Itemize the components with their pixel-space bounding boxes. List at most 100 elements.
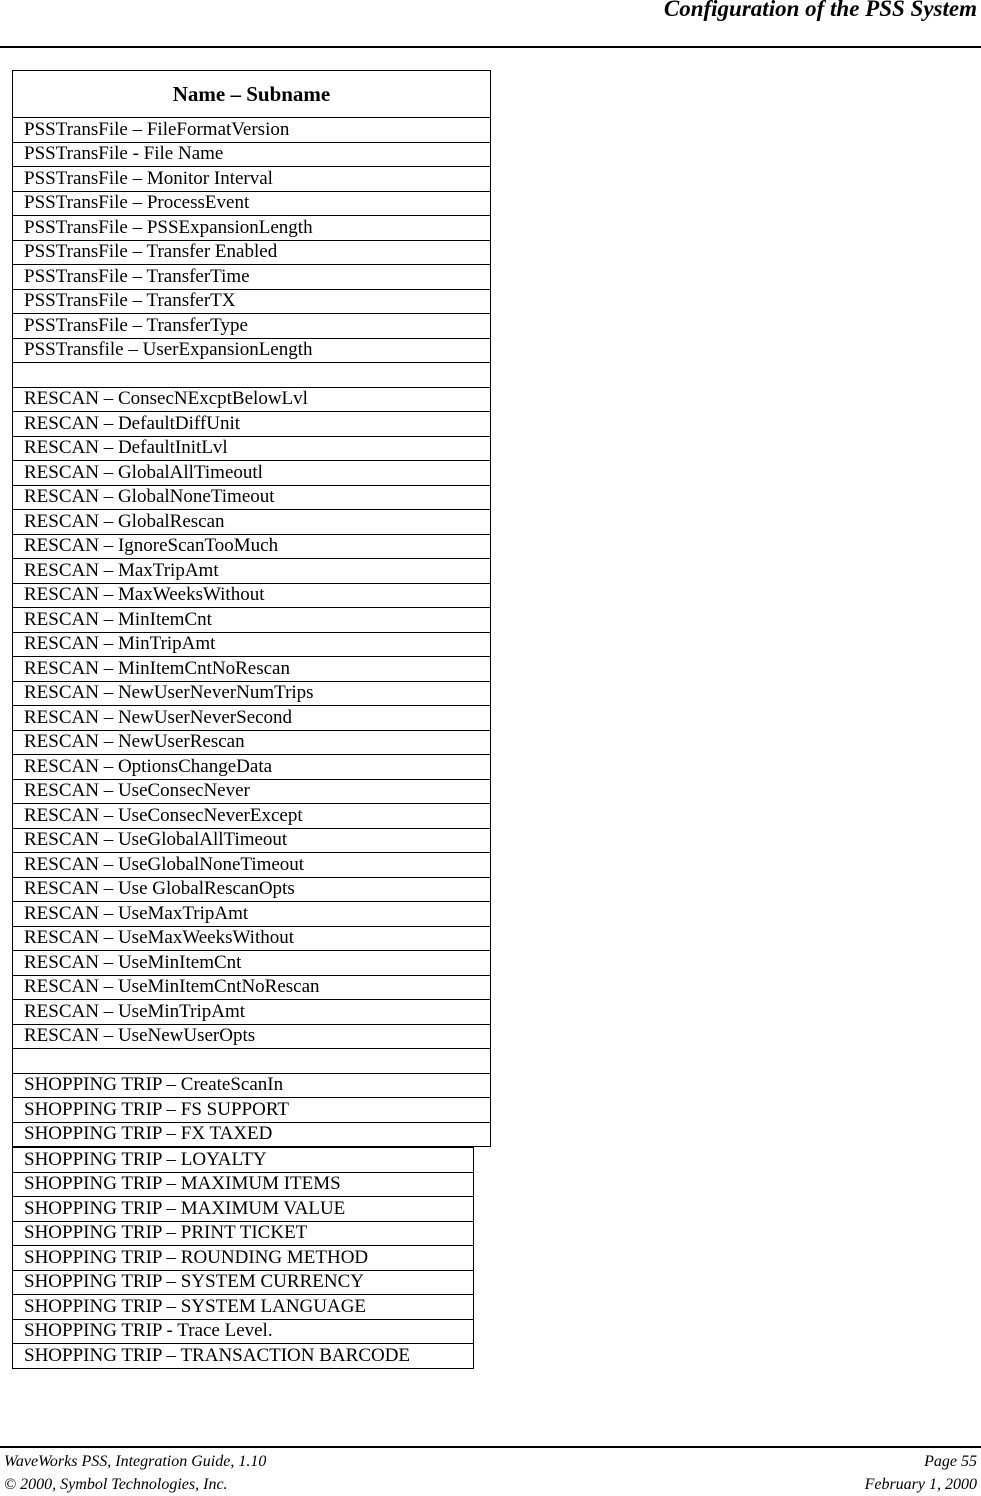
- table-row: SHOPPING TRIP – PRINT TICKET: [12, 1220, 474, 1246]
- table-row: SHOPPING TRIP – SYSTEM CURRENCY: [12, 1269, 474, 1295]
- table-row: RESCAN – GlobalRescan: [12, 509, 491, 535]
- name-subname-cell: RESCAN – Use GlobalRescanOpts: [12, 876, 491, 902]
- table-row: RESCAN – MaxTripAmt: [12, 558, 491, 584]
- name-subname-cell: PSSTransFile – TransferTX: [12, 288, 491, 314]
- table-row: PSSTransfile – UserExpansionLength: [12, 337, 491, 363]
- table-row: RESCAN – ConsecNExcptBelowLvl: [12, 386, 491, 412]
- table-row: RESCAN – UseGlobalNoneTimeout: [12, 852, 491, 878]
- table-row: PSSTransFile – TransferType: [12, 313, 491, 339]
- table-row: PSSTransFile - File Name: [12, 141, 491, 167]
- name-subname-cell: SHOPPING TRIP – SYSTEM CURRENCY: [12, 1269, 474, 1295]
- table-row: RESCAN – MinTripAmt: [12, 631, 491, 657]
- name-subname-cell: PSSTransFile – TransferType: [12, 313, 491, 339]
- name-subname-cell: RESCAN – DefaultDiffUnit: [12, 411, 491, 437]
- name-subname-cell: RESCAN – NewUserRescan: [12, 729, 491, 755]
- name-subname-cell: SHOPPING TRIP - Trace Level.: [12, 1318, 474, 1344]
- table-row: RESCAN – UseMaxWeeksWithout: [12, 925, 491, 951]
- table-row: SHOPPING TRIP - Trace Level.: [12, 1318, 474, 1344]
- table-row: SHOPPING TRIP – FS SUPPORT: [12, 1097, 491, 1123]
- table-row: RESCAN – UseConsecNever: [12, 778, 491, 804]
- table-row: RESCAN – UseConsecNeverExcept: [12, 803, 491, 829]
- table-row: SHOPPING TRIP – ROUNDING METHOD: [12, 1245, 474, 1271]
- name-subname-cell: PSSTransFile – PSSExpansionLength: [12, 215, 491, 241]
- name-subname-cell: RESCAN – UseConsecNeverExcept: [12, 803, 491, 829]
- name-subname-cell: PSSTransFile – TransferTime: [12, 264, 491, 290]
- column-header-name-subname: Name – Subname: [12, 70, 491, 118]
- table-row: RESCAN – DefaultInitLvl: [12, 435, 491, 461]
- config-table: Name – Subname PSSTransFile – FileFormat…: [12, 70, 491, 1369]
- blank-separator-cell: [12, 362, 491, 388]
- table-row: PSSTransFile – TransferTX: [12, 288, 491, 314]
- name-subname-cell: SHOPPING TRIP – LOYALTY: [12, 1147, 474, 1173]
- table-row: RESCAN – MinItemCnt: [12, 607, 491, 633]
- name-subname-cell: SHOPPING TRIP – SYSTEM LANGUAGE: [12, 1294, 474, 1320]
- table-row: RESCAN – NewUserRescan: [12, 729, 491, 755]
- name-subname-cell: PSSTransfile – UserExpansionLength: [12, 337, 491, 363]
- name-subname-cell: RESCAN – OptionsChangeData: [12, 754, 491, 780]
- name-subname-cell: RESCAN – MinItemCntNoRescan: [12, 656, 491, 682]
- table-row: RESCAN – UseGlobalAllTimeout: [12, 827, 491, 853]
- table-row: RESCAN – NewUserNeverSecond: [12, 705, 491, 731]
- name-subname-cell: RESCAN – GlobalNoneTimeout: [12, 484, 491, 510]
- name-subname-cell: RESCAN – UseMaxWeeksWithout: [12, 925, 491, 951]
- name-subname-cell: RESCAN – NewUserNeverSecond: [12, 705, 491, 731]
- table-row: [12, 362, 491, 388]
- footer-right: Page 55 February 1, 2000: [865, 1450, 977, 1496]
- name-subname-cell: RESCAN – UseGlobalAllTimeout: [12, 827, 491, 853]
- table-row: RESCAN – GlobalAllTimeoutl: [12, 460, 491, 486]
- table-row: SHOPPING TRIP – TRANSACTION BARCODE: [12, 1343, 474, 1369]
- name-subname-cell: RESCAN – UseGlobalNoneTimeout: [12, 852, 491, 878]
- name-subname-cell: RESCAN – IgnoreScanTooMuch: [12, 533, 491, 559]
- footer-date: February 1, 2000: [864, 1476, 977, 1493]
- page-header-title: Configuration of the PSS System: [663, 0, 977, 21]
- table-body-upper: PSSTransFile – FileFormatVersion PSSTrans…: [12, 117, 491, 1147]
- blank-separator-cell: [12, 1048, 491, 1074]
- name-subname-cell: RESCAN – UseMinItemCnt: [12, 950, 491, 976]
- table-row: RESCAN – NewUserNeverNumTrips: [12, 680, 491, 706]
- table-row: RESCAN – IgnoreScanTooMuch: [12, 533, 491, 559]
- name-subname-cell: RESCAN – NewUserNeverNumTrips: [12, 680, 491, 706]
- name-subname-cell: RESCAN – MinItemCnt: [12, 607, 491, 633]
- name-subname-cell: PSSTransFile – ProcessEvent: [12, 190, 491, 216]
- header-rule: [0, 46, 981, 48]
- name-subname-cell: PSSTransFile – Transfer Enabled: [12, 239, 491, 265]
- footer-guide-title: WaveWorks PSS, Integration Guide, 1.10: [4, 1453, 267, 1470]
- name-subname-cell: SHOPPING TRIP – CreateScanIn: [12, 1072, 491, 1098]
- footer-copyright: © 2000, Symbol Technologies, Inc.: [4, 1476, 228, 1493]
- name-subname-cell: RESCAN – UseMaxTripAmt: [12, 901, 491, 927]
- name-subname-cell: RESCAN – DefaultInitLvl: [12, 435, 491, 461]
- table-row: PSSTransFile – Transfer Enabled: [12, 239, 491, 265]
- table-row: SHOPPING TRIP – LOYALTY: [12, 1147, 474, 1173]
- name-subname-cell: SHOPPING TRIP – TRANSACTION BARCODE: [12, 1343, 474, 1369]
- name-subname-cell: RESCAN – MaxWeeksWithout: [12, 582, 491, 608]
- table-row: SHOPPING TRIP – MAXIMUM VALUE: [12, 1196, 474, 1222]
- name-subname-cell: RESCAN – UseMinItemCntNoRescan: [12, 974, 491, 1000]
- table-row: RESCAN – MaxWeeksWithout: [12, 582, 491, 608]
- name-subname-cell: RESCAN – ConsecNExcptBelowLvl: [12, 386, 491, 412]
- table-row: PSSTransFile – FileFormatVersion: [12, 117, 491, 143]
- config-table-lower: SHOPPING TRIP – LOYALTY SHOPPING TRIP – M…: [12, 1147, 474, 1369]
- table-row: PSSTransFile – Monitor Interval: [12, 166, 491, 192]
- table-row: RESCAN – UseMinTripAmt: [12, 999, 491, 1025]
- name-subname-cell: SHOPPING TRIP – FS SUPPORT: [12, 1097, 491, 1123]
- table-row: RESCAN – GlobalNoneTimeout: [12, 484, 491, 510]
- table-row: RESCAN – UseNewUserOpts: [12, 1023, 491, 1049]
- table-body-lower: SHOPPING TRIP – LOYALTY SHOPPING TRIP – M…: [12, 1147, 474, 1369]
- footer-page-number: Page 55: [924, 1453, 977, 1470]
- name-subname-cell: PSSTransFile - File Name: [12, 141, 491, 167]
- name-subname-cell: PSSTransFile – FileFormatVersion: [12, 117, 491, 143]
- table-row: RESCAN – UseMaxTripAmt: [12, 901, 491, 927]
- name-subname-cell: RESCAN – GlobalAllTimeoutl: [12, 460, 491, 486]
- table-header-row: Name – Subname: [12, 70, 491, 118]
- table-row: SHOPPING TRIP – FX TAXED: [12, 1121, 491, 1147]
- footer-left: WaveWorks PSS, Integration Guide, 1.10 ©…: [4, 1450, 266, 1496]
- table-row: RESCAN – MinItemCntNoRescan: [12, 656, 491, 682]
- table-row: [12, 1048, 491, 1074]
- name-subname-cell: RESCAN – MinTripAmt: [12, 631, 491, 657]
- name-subname-cell: RESCAN – UseConsecNever: [12, 778, 491, 804]
- name-subname-cell: SHOPPING TRIP – MAXIMUM VALUE: [12, 1196, 474, 1222]
- table-row: RESCAN – DefaultDiffUnit: [12, 411, 491, 437]
- table-row: SHOPPING TRIP – SYSTEM LANGUAGE: [12, 1294, 474, 1320]
- table-row: RESCAN – OptionsChangeData: [12, 754, 491, 780]
- table-row: PSSTransFile – ProcessEvent: [12, 190, 491, 216]
